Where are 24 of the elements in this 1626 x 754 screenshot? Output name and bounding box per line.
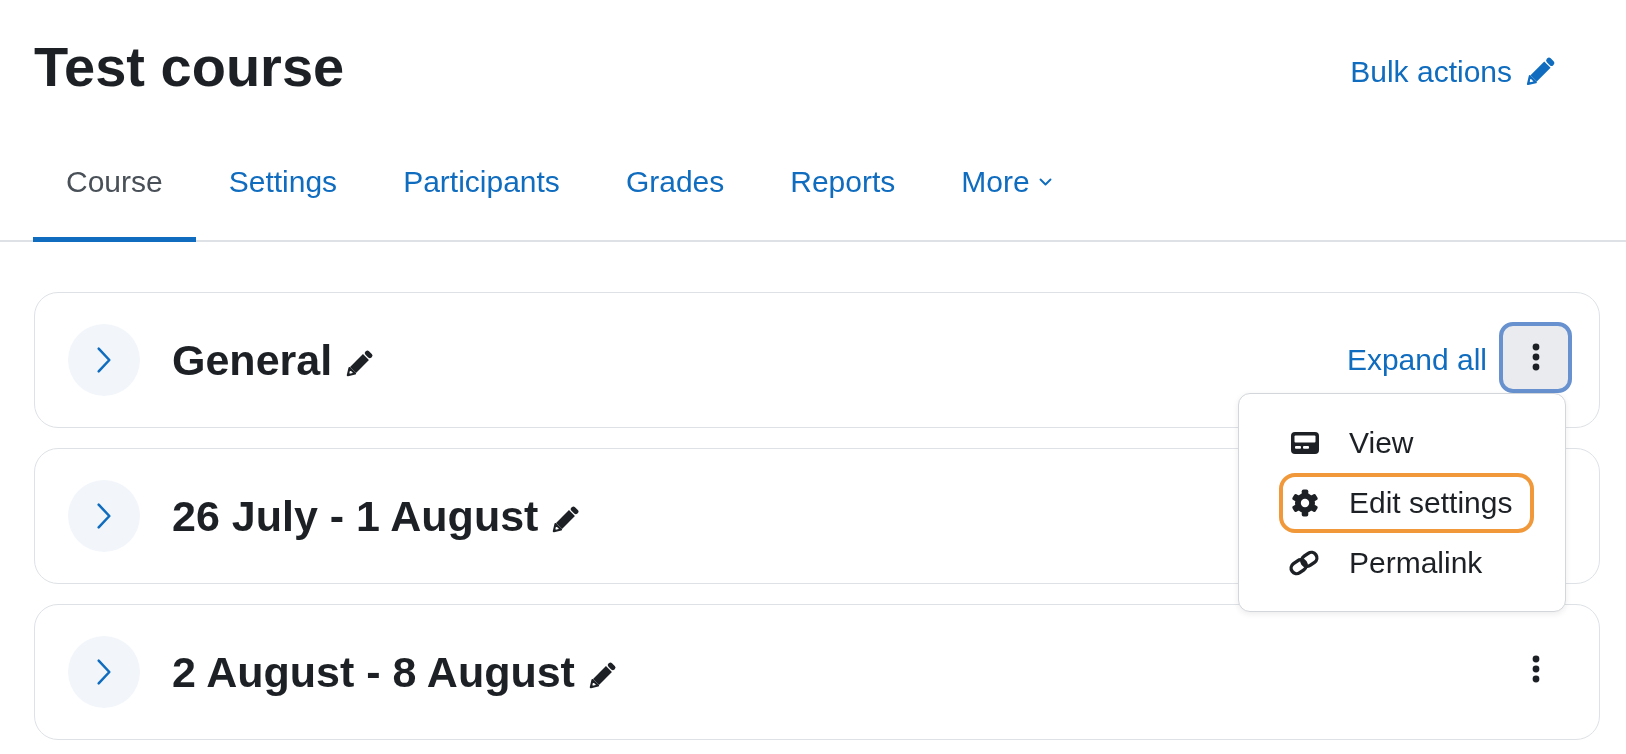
bulk-actions-link[interactable]: Bulk actions (1350, 54, 1556, 90)
nav-tab[interactable]: More (928, 141, 1085, 242)
pencil-icon[interactable] (550, 505, 581, 535)
nav-tab[interactable]: Settings (195, 141, 371, 242)
menu-item[interactable]: Edit settings (1279, 473, 1534, 533)
menu-item[interactable]: Permalink (1279, 533, 1534, 593)
card-icon (1291, 432, 1319, 454)
section-title: General (172, 335, 333, 386)
kebab-icon (1531, 655, 1540, 683)
page-title: Test course (34, 36, 345, 98)
kebab-icon (1531, 343, 1540, 371)
gear-icon (1291, 489, 1319, 517)
pencil-icon[interactable] (344, 349, 375, 379)
section-title: 2 August - 8 August (172, 647, 575, 698)
nav-tab[interactable]: Participants (370, 141, 593, 242)
section-title: 26 July - 1 August (172, 491, 539, 542)
link-icon (1287, 549, 1321, 577)
more-options-button[interactable] (1499, 321, 1572, 393)
expand-all-link[interactable]: Expand all (1346, 342, 1487, 378)
nav-tab[interactable]: Grades (592, 141, 758, 242)
caret-icon (1038, 177, 1052, 187)
nav-tab[interactable]: Reports (757, 141, 929, 242)
nav-tab[interactable]: Course (33, 141, 196, 242)
menu-item[interactable]: View (1279, 413, 1534, 473)
